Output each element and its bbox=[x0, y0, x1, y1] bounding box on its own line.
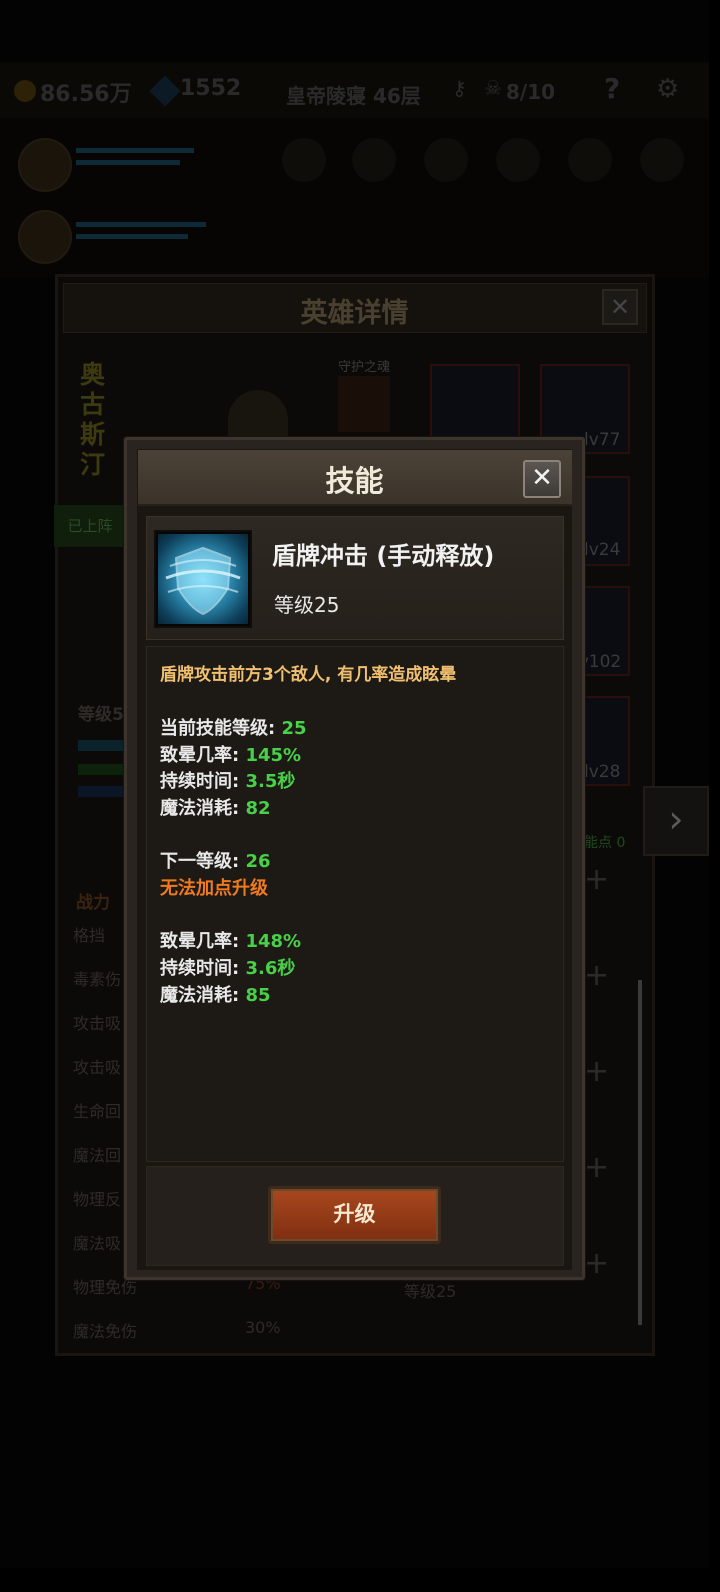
hero-name: 奥古斯汀 bbox=[80, 360, 106, 479]
upgrade-button[interactable]: 升级 bbox=[268, 1186, 441, 1244]
gold-amount: 86.56万 bbox=[40, 82, 132, 107]
enemy-portrait bbox=[282, 138, 326, 182]
mp-bar bbox=[76, 160, 180, 165]
enemy-portrait bbox=[640, 138, 684, 182]
next-level-line: 下一等级: 26 bbox=[160, 847, 271, 873]
stat-label: 格挡 bbox=[73, 926, 106, 945]
duration-value: 3.6秒 bbox=[245, 958, 296, 979]
guardian-label: 守护之魂 bbox=[338, 360, 391, 375]
skill-points: 能点 0 bbox=[584, 835, 626, 851]
stat-value: 30% bbox=[245, 1318, 281, 1337]
skull-icon: ☠ bbox=[484, 76, 502, 100]
add-skill-button[interactable]: + bbox=[584, 1246, 609, 1281]
stat-label: 魔法吸 bbox=[73, 1234, 122, 1253]
stat-label: 物理反 bbox=[73, 1190, 122, 1209]
exp-meter bbox=[78, 764, 124, 775]
equipment-level: lv24 bbox=[584, 540, 621, 560]
hero-level: 等级5 bbox=[78, 705, 124, 725]
next-mana-line: 魔法消耗: 85 bbox=[160, 981, 271, 1007]
skill-row-level: 等级25 bbox=[404, 1282, 457, 1301]
hp-bar bbox=[76, 222, 206, 227]
mana-value: 82 bbox=[245, 798, 271, 819]
skill-modal-title: 技能 bbox=[325, 464, 384, 498]
equipment-level: lv28 bbox=[584, 762, 621, 782]
mana-label: 魔法消耗: bbox=[160, 798, 246, 819]
add-skill-button[interactable]: + bbox=[584, 1150, 609, 1185]
hero-detail-close-button[interactable]: ✕ bbox=[602, 289, 638, 325]
stat-label: 攻击吸 bbox=[73, 1058, 122, 1077]
exp-meter bbox=[78, 786, 124, 797]
stun-label: 致晕几率: bbox=[160, 931, 246, 952]
key-icon: ⚷ bbox=[452, 76, 467, 100]
enemy-portrait bbox=[352, 138, 396, 182]
stat-label: 魔法免伤 bbox=[73, 1322, 138, 1341]
current-level-label: 当前技能等级: bbox=[160, 718, 282, 739]
keys-count: 8/10 bbox=[506, 80, 556, 104]
gear-icon[interactable]: ⚙ bbox=[656, 74, 679, 104]
hp-bar bbox=[76, 148, 194, 153]
stat-label: 生命回 bbox=[73, 1102, 122, 1121]
add-skill-button[interactable]: + bbox=[584, 958, 609, 993]
power-tab[interactable]: 战力 bbox=[76, 888, 110, 913]
current-level-line: 当前技能等级: 25 bbox=[160, 714, 307, 740]
skill-description: 盾牌攻击前方3个敌人, 有几率造成眩晕 bbox=[160, 665, 457, 685]
shield-skill-icon bbox=[158, 534, 248, 624]
stat-label: 毒素伤 bbox=[73, 970, 122, 989]
mp-bar bbox=[76, 234, 188, 239]
scrollbar[interactable] bbox=[638, 980, 642, 1325]
duration-label: 持续时间: bbox=[160, 771, 246, 792]
stun-label: 致晕几率: bbox=[160, 745, 246, 766]
add-skill-button[interactable]: + bbox=[584, 862, 609, 897]
add-skill-button[interactable]: + bbox=[584, 1054, 609, 1089]
enemy-portrait bbox=[496, 138, 540, 182]
duration-label: 持续时间: bbox=[160, 958, 246, 979]
enemy-portrait bbox=[424, 138, 468, 182]
equipment-level: lv77 bbox=[584, 430, 621, 450]
gold-coin-icon bbox=[14, 80, 36, 102]
skill-name: 盾牌冲击 (手动释放) bbox=[272, 542, 495, 570]
floor-label: 皇帝陵寝 46层 bbox=[286, 84, 421, 108]
guardian-icon[interactable] bbox=[338, 376, 390, 432]
help-button[interactable]: ? bbox=[604, 72, 620, 105]
mana-value: 85 bbox=[245, 985, 271, 1006]
stun-value: 145% bbox=[245, 745, 302, 766]
next-duration-line: 持续时间: 3.6秒 bbox=[160, 954, 295, 980]
cannot-upgrade-warning: 无法加点升级 bbox=[160, 878, 268, 899]
next-hero-arrow-button[interactable]: › bbox=[643, 786, 709, 856]
mana-label: 魔法消耗: bbox=[160, 985, 246, 1006]
stat-label: 攻击吸 bbox=[73, 1014, 122, 1033]
skill-level: 等级25 bbox=[274, 593, 340, 617]
next-level-label: 下一等级: bbox=[160, 851, 246, 872]
stat-label: 魔法回 bbox=[73, 1146, 122, 1165]
next-stun-line: 致晕几率: 148% bbox=[160, 927, 301, 953]
current-duration-line: 持续时间: 3.5秒 bbox=[160, 767, 295, 793]
stun-value: 148% bbox=[245, 931, 302, 952]
enemy-portrait bbox=[568, 138, 612, 182]
current-stun-line: 致晕几率: 145% bbox=[160, 741, 301, 767]
gem-amount: 1552 bbox=[180, 76, 242, 101]
hero-avatar[interactable] bbox=[18, 138, 72, 192]
hero-avatar[interactable] bbox=[18, 210, 72, 264]
current-mana-line: 魔法消耗: 82 bbox=[160, 794, 271, 820]
current-level-value: 25 bbox=[281, 718, 307, 739]
next-level-value: 26 bbox=[245, 851, 271, 872]
close-button[interactable]: ✕ bbox=[523, 460, 561, 498]
exp-meter bbox=[78, 740, 124, 751]
duration-value: 3.5秒 bbox=[245, 771, 296, 792]
deployed-badge: 已上阵 bbox=[54, 505, 126, 547]
